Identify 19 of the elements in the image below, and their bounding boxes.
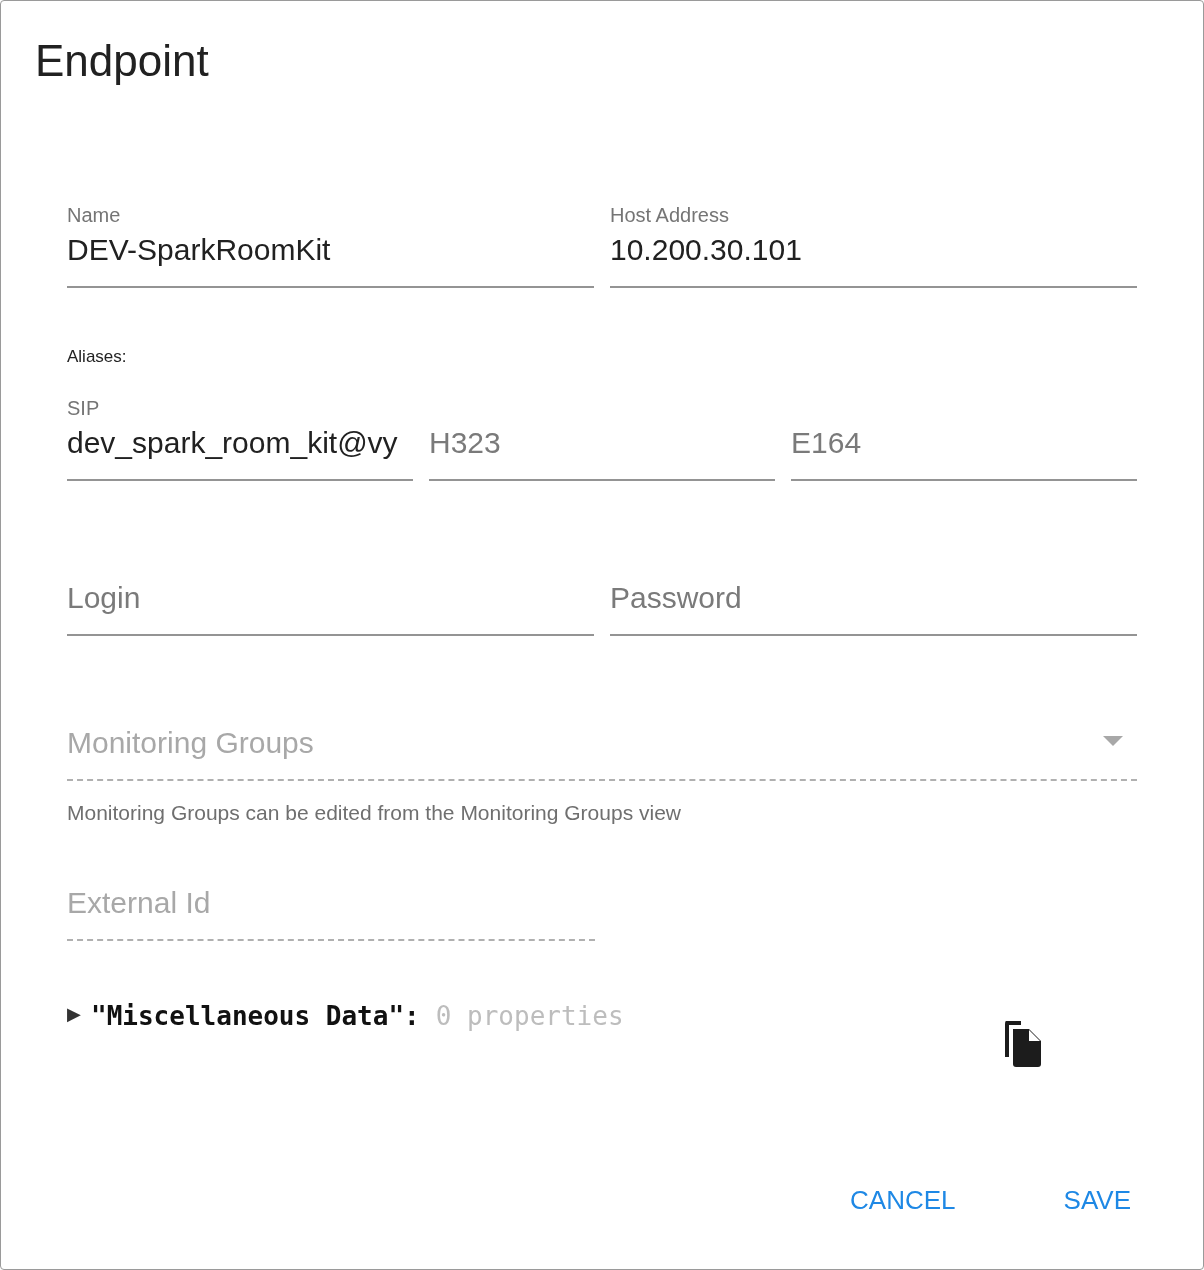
input-field[interactable]: Password — [610, 574, 1137, 636]
save-button[interactable]: SAVE — [1055, 1177, 1139, 1225]
input-field[interactable]: Login — [67, 574, 594, 636]
input-field[interactable]: dev_spark_room_kit@vy — [67, 419, 413, 481]
field-label: SIP — [67, 395, 101, 420]
input-field[interactable]: DEV-SparkRoomKit — [67, 227, 594, 289]
dialog-title: Endpoint — [35, 37, 209, 86]
expand-toggle[interactable]: ▶ — [67, 1001, 81, 1029]
input-field[interactable]: H323 — [429, 419, 775, 481]
property-count: 0 properties — [435, 1000, 624, 1034]
helper-text: Monitoring Groups can be edited from the Monitoring Groups view — [67, 799, 681, 826]
input-field[interactable]: 10.200.30.101 — [610, 227, 1137, 289]
field-label: Name — [67, 203, 122, 228]
aliases-heading: Aliases: — [67, 346, 127, 369]
json-key: "Miscellaneous Data": — [91, 997, 420, 1037]
copy-icon[interactable] — [1003, 1021, 1043, 1068]
input-field[interactable]: E164 — [791, 419, 1137, 481]
field-label: Host Address — [610, 203, 730, 228]
cancel-button[interactable]: CANCEL — [842, 1177, 964, 1225]
